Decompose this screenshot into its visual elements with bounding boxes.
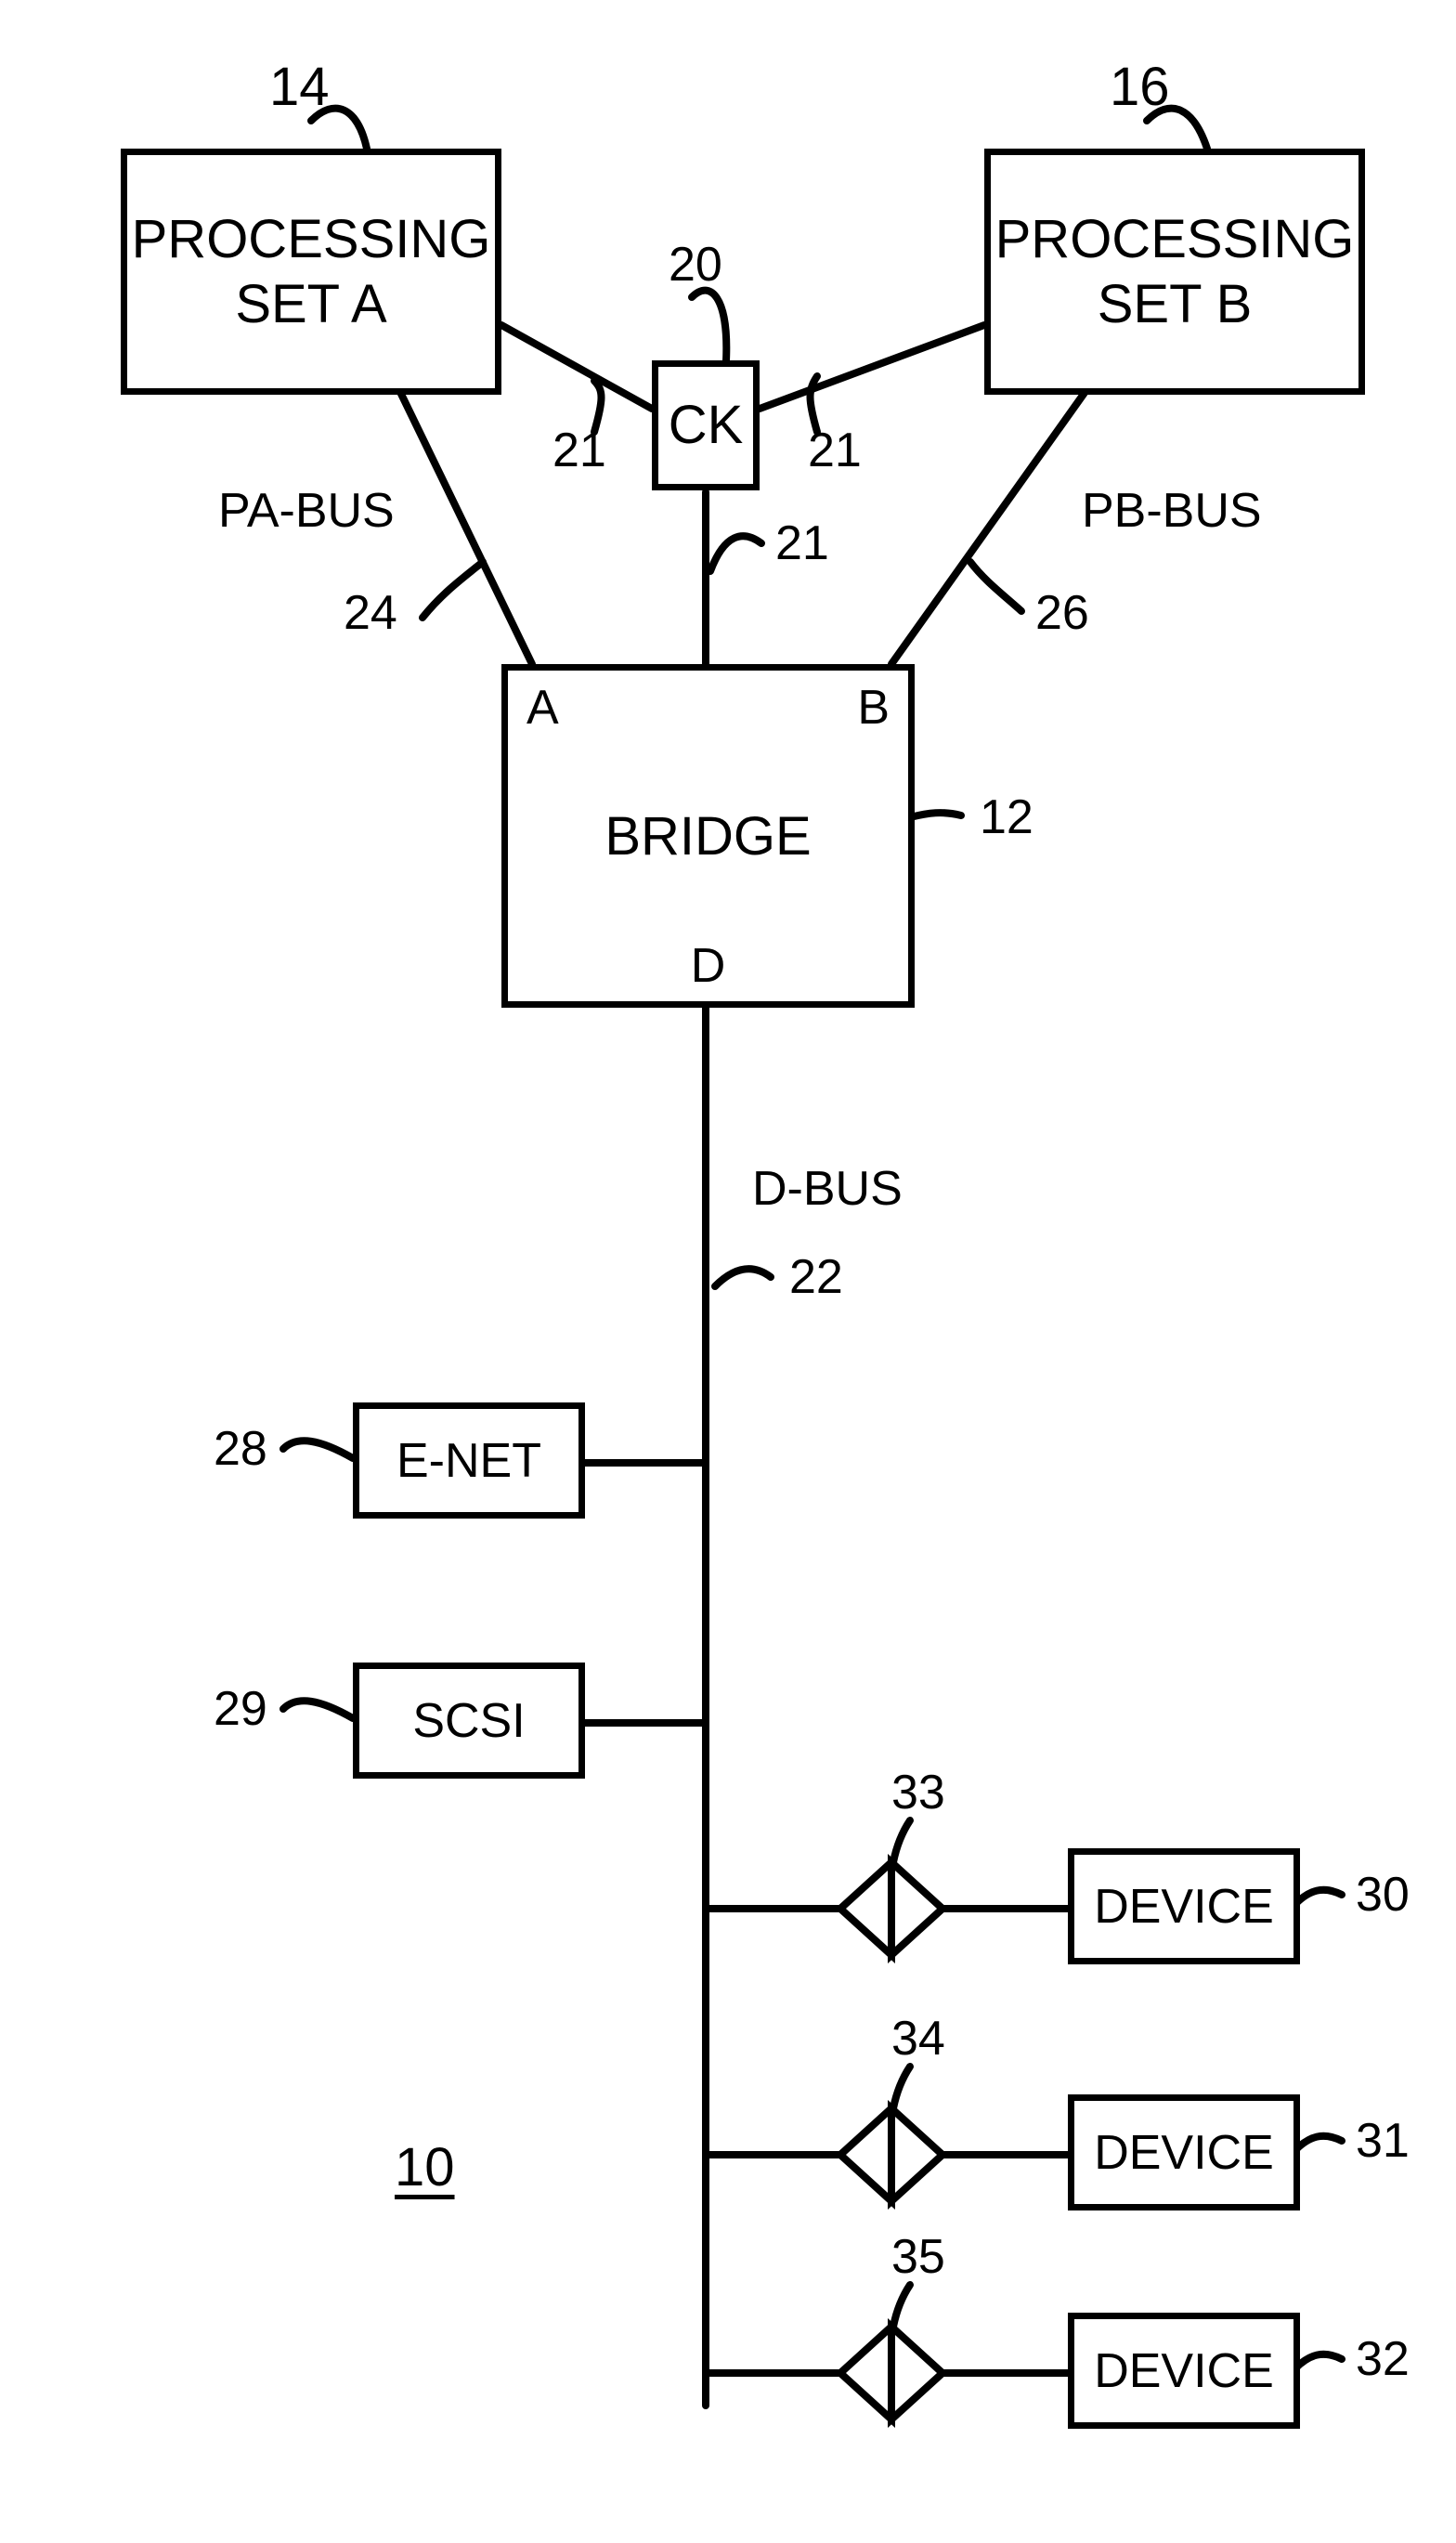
ck-label: CK xyxy=(669,393,744,458)
processing-set-b-block: PROCESSING SET B xyxy=(984,149,1365,395)
device-3-label: DEVICE xyxy=(1094,2343,1274,2399)
device-1-label: DEVICE xyxy=(1094,1879,1274,1935)
enet-label: E-NET xyxy=(396,1433,541,1489)
ref-29: 29 xyxy=(214,1681,267,1737)
ref-16: 16 xyxy=(1110,56,1170,118)
bridge-port-b: B xyxy=(857,680,890,736)
bridge-label: BRIDGE xyxy=(604,804,811,869)
ref-14: 14 xyxy=(269,56,330,118)
ref-30: 30 xyxy=(1356,1867,1410,1923)
ref-26: 26 xyxy=(1035,585,1089,641)
enet-block: E-NET xyxy=(353,1402,585,1519)
ref-20: 20 xyxy=(669,237,722,293)
bridge-block: A B BRIDGE D xyxy=(501,664,915,1008)
device-block-1: DEVICE xyxy=(1068,1848,1300,1964)
ref-10: 10 xyxy=(395,2136,455,2198)
ref-12: 12 xyxy=(980,789,1034,845)
d-bus-label: D-BUS xyxy=(752,1161,903,1217)
device-block-3: DEVICE xyxy=(1068,2313,1300,2429)
ref-28: 28 xyxy=(214,1421,267,1477)
bridge-port-d: D xyxy=(691,939,726,993)
ck-block: CK xyxy=(652,360,760,490)
processing-set-b-line1: PROCESSING xyxy=(995,207,1355,272)
pb-bus-label: PB-BUS xyxy=(1082,483,1262,539)
ref-33: 33 xyxy=(891,1765,945,1820)
diagram-canvas: PROCESSING SET A PROCESSING SET B CK A B… xyxy=(0,0,1456,2543)
device-2-label: DEVICE xyxy=(1094,2125,1274,2181)
pa-bus-label: PA-BUS xyxy=(218,483,395,539)
ref-21-right: 21 xyxy=(808,423,862,478)
scsi-label: SCSI xyxy=(412,1693,525,1749)
processing-set-a-line1: PROCESSING xyxy=(132,207,491,272)
ref-24: 24 xyxy=(344,585,397,641)
scsi-block: SCSI xyxy=(353,1663,585,1779)
ref-21-left: 21 xyxy=(552,423,606,478)
ref-35: 35 xyxy=(891,2229,945,2285)
ref-34: 34 xyxy=(891,2011,945,2067)
ref-22: 22 xyxy=(789,1249,843,1305)
device-block-2: DEVICE xyxy=(1068,2094,1300,2210)
ref-21-center: 21 xyxy=(775,515,829,571)
processing-set-a-block: PROCESSING SET A xyxy=(121,149,501,395)
bridge-port-a: A xyxy=(526,680,559,736)
processing-set-a-line2: SET A xyxy=(235,272,386,337)
ref-32: 32 xyxy=(1356,2331,1410,2387)
ref-31: 31 xyxy=(1356,2113,1410,2169)
processing-set-b-line2: SET B xyxy=(1098,272,1253,337)
